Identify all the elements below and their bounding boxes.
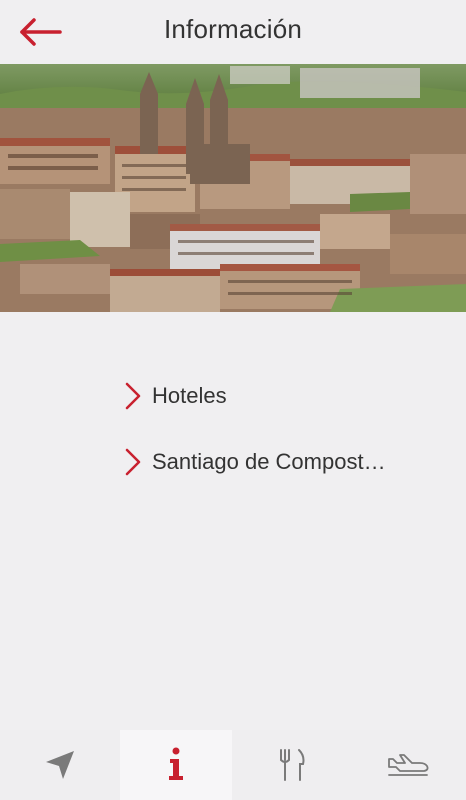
tab-restaurants[interactable] [236, 730, 348, 800]
city-photo [0, 64, 466, 312]
location-arrow-icon [46, 751, 74, 779]
menu-item-santiago[interactable]: Santiago de Compost… [122, 442, 442, 482]
tab-location[interactable] [4, 730, 116, 800]
fork-knife-icon [280, 749, 305, 781]
info-icon [169, 747, 183, 780]
chevron-right-icon [125, 382, 141, 410]
menu-item-hoteles[interactable]: Hoteles [122, 376, 442, 416]
header: Información [0, 0, 466, 64]
menu-item-label: Santiago de Compost… [152, 449, 386, 474]
chevron-right-icon [125, 448, 141, 476]
menu-item-label: Hoteles [152, 383, 227, 408]
tab-info[interactable] [120, 730, 232, 800]
page-title: Información [163, 14, 303, 44]
tab-bar [0, 730, 466, 800]
airplane-icon [388, 754, 429, 776]
tab-flights[interactable] [352, 730, 464, 800]
